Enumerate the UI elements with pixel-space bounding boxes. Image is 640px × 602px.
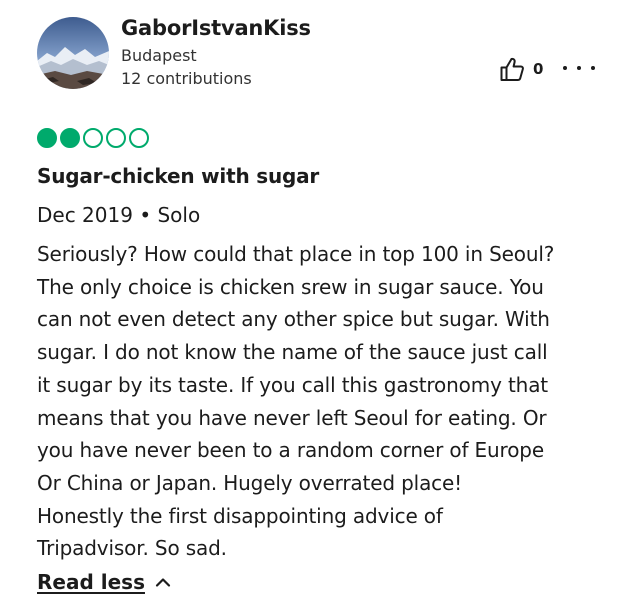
mountain-landscape-avatar <box>37 17 109 89</box>
read-less-label: Read less <box>37 570 145 594</box>
ellipsis-icon-dot <box>577 66 581 70</box>
review-body-line: can not even detect any other spice but … <box>37 307 550 332</box>
review-body-line: Tripadvisor. So sad. <box>37 536 227 561</box>
more-options-button[interactable] <box>563 60 595 76</box>
review-body-line: means that you have never left Seoul for… <box>37 405 547 430</box>
review-body-line: it sugar by its taste. If you call this … <box>37 372 548 397</box>
review-body-line: Seriously? How could that place in top 1… <box>37 242 555 266</box>
ellipsis-icon-dot <box>591 66 595 70</box>
bubble-rating <box>37 128 149 148</box>
rating-bubble-empty <box>129 128 149 148</box>
review-body: Seriously? How could that place in top 1… <box>37 238 607 565</box>
review-body-line: you have never been to a random corner o… <box>37 438 544 463</box>
review-body-line: sugar. I do not know the name of the sau… <box>37 340 548 365</box>
helpful-vote-button[interactable]: 0 <box>499 55 543 83</box>
review-date-trip-type: Dec 2019 • Solo <box>37 203 201 227</box>
review-body-line: Honestly the first disappointing advice … <box>37 503 443 528</box>
avatar[interactable] <box>37 17 109 89</box>
read-less-button[interactable]: Read less <box>37 568 171 596</box>
helpful-count: 0 <box>533 60 544 78</box>
review-body-line: Or China or Japan. Hugely overrated plac… <box>37 470 463 495</box>
chevron-up-icon <box>155 578 171 587</box>
reviewer-contributions: 12 contributions <box>121 69 252 88</box>
review-title: Sugar-chicken with sugar <box>37 164 320 188</box>
reviewer-name[interactable]: GaborIstvanKiss <box>121 14 311 42</box>
rating-bubble-filled <box>37 128 57 148</box>
thumbs-up-icon <box>500 57 524 81</box>
reviewer-location: Budapest <box>121 46 197 65</box>
rating-bubble-empty <box>106 128 126 148</box>
rating-bubble-filled <box>60 128 80 148</box>
review-body-line: The only choice is chicken srew in sugar… <box>37 274 544 299</box>
rating-bubble-empty <box>83 128 103 148</box>
ellipsis-icon-dot <box>563 66 567 70</box>
